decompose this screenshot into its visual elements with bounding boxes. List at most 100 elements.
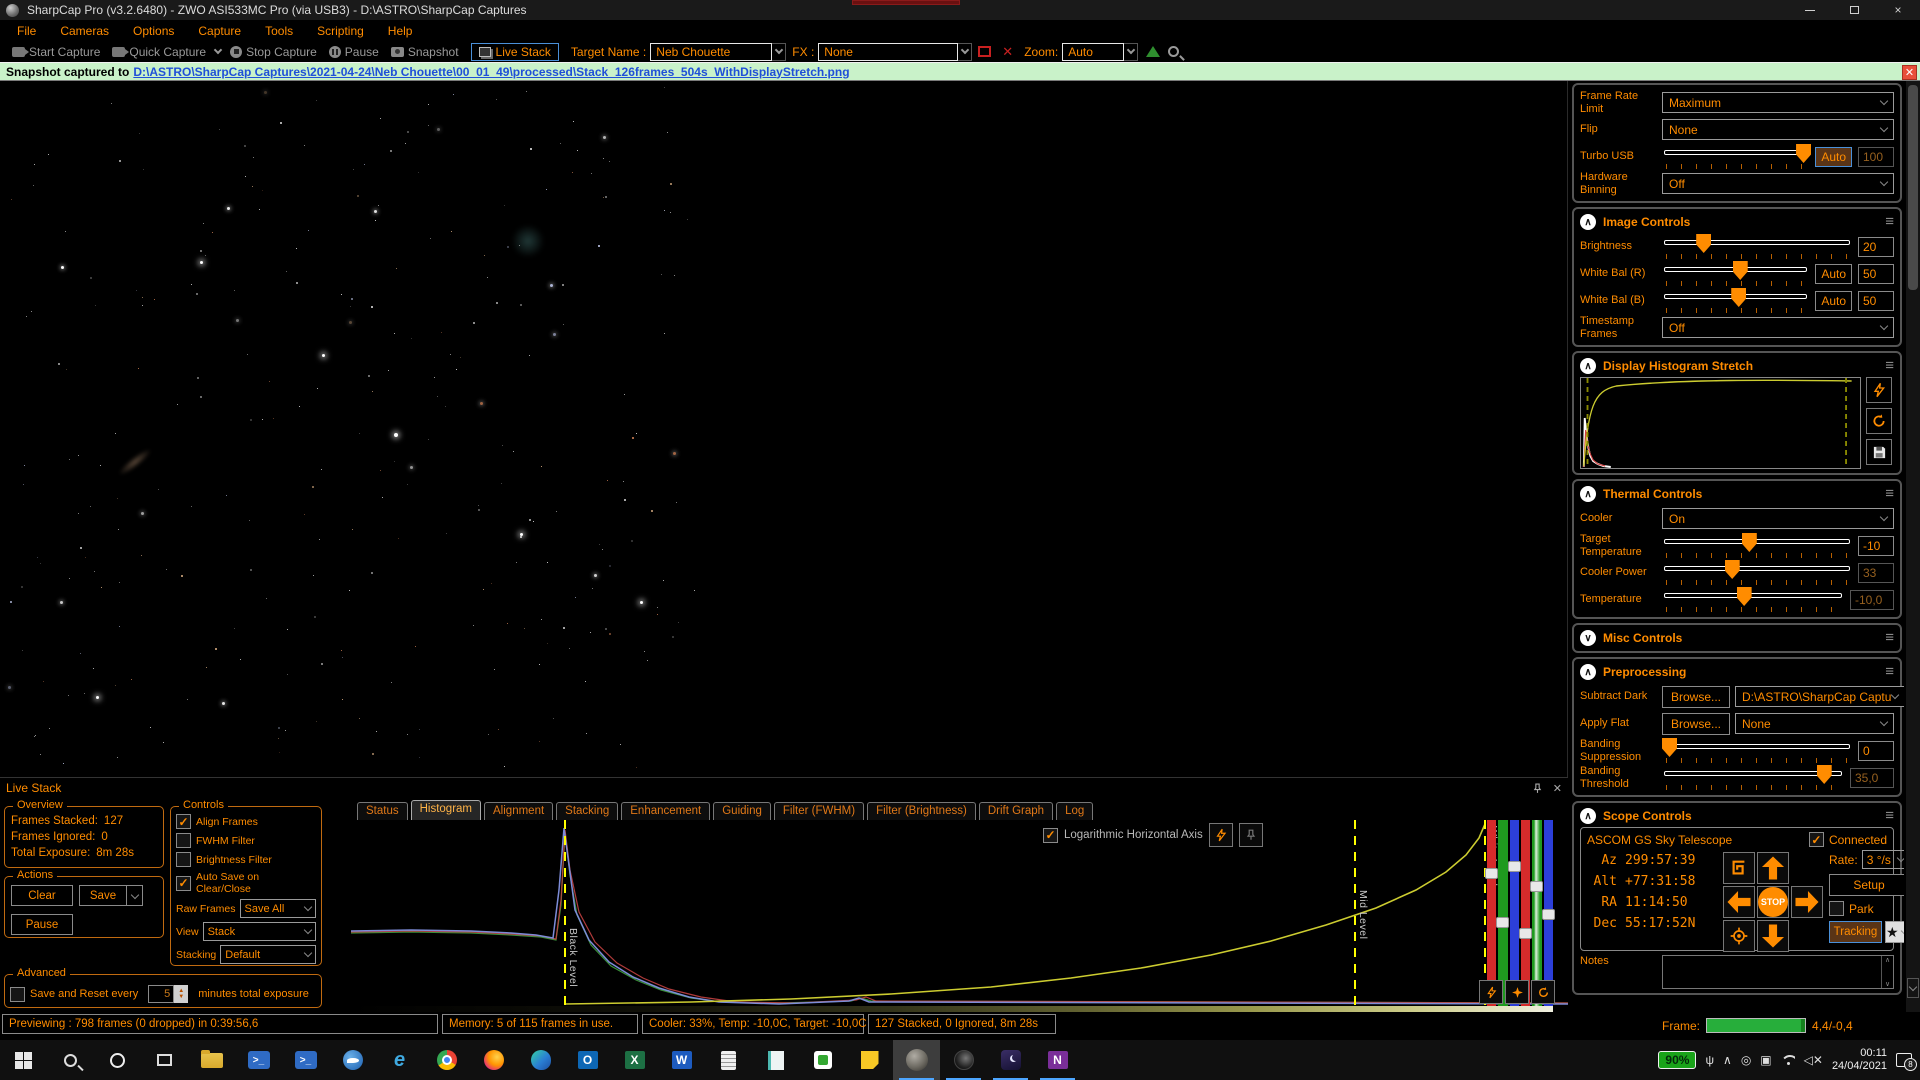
file-explorer-icon[interactable]: [188, 1040, 235, 1080]
cortana-icon[interactable]: [94, 1040, 141, 1080]
collapse-icon[interactable]: ∧: [1580, 664, 1596, 680]
collapse-icon[interactable]: ∧: [1580, 358, 1596, 374]
pause-button[interactable]: Pause: [323, 44, 385, 60]
goto-target-button[interactable]: [1723, 920, 1755, 952]
menu-tools[interactable]: Tools: [254, 22, 304, 40]
histogram-auto-stretch-button[interactable]: [1209, 823, 1233, 847]
blue-level-handle[interactable]: [1508, 861, 1521, 872]
display-stretch-histogram[interactable]: [1580, 377, 1861, 469]
tab-filter-brightness[interactable]: Filter (Brightness): [867, 802, 976, 820]
pin-icon[interactable]: [1532, 783, 1543, 794]
fwhm-filter-checkbox[interactable]: ✓: [176, 833, 191, 848]
camera-tray-icon[interactable]: ◎: [1741, 1053, 1751, 1067]
image-canvas[interactable]: [0, 81, 1568, 777]
spiral-search-button[interactable]: [1723, 852, 1755, 884]
cooler-select[interactable]: On: [1662, 508, 1894, 529]
target-name-select[interactable]: Neb Chouette: [650, 43, 772, 61]
levels-reset-button[interactable]: [1531, 980, 1555, 1004]
target-name-dropdown-arrow[interactable]: [772, 43, 786, 61]
apply-flat-select[interactable]: None: [1735, 713, 1894, 734]
section-menu-icon[interactable]: ≡: [1885, 811, 1894, 821]
scrollbar-thumb[interactable]: [1908, 85, 1918, 290]
rate-select[interactable]: 3 °/s: [1862, 850, 1904, 869]
turbo-usb-auto-button[interactable]: Auto: [1815, 147, 1852, 167]
action-center-icon[interactable]: 8: [1896, 1053, 1912, 1067]
clock[interactable]: 00:11 24/04/2021: [1832, 1047, 1887, 1073]
stop-capture-button[interactable]: Stop Capture: [224, 44, 323, 60]
menu-file[interactable]: File: [6, 22, 47, 40]
tab-guiding[interactable]: Guiding: [713, 802, 771, 820]
internet-explorer-icon[interactable]: e: [376, 1040, 423, 1080]
reset-stretch-button[interactable]: [1866, 408, 1892, 434]
menu-capture[interactable]: Capture: [187, 22, 252, 40]
target-temperature-slider[interactable]: [1662, 532, 1852, 559]
save-button[interactable]: Save: [79, 885, 127, 906]
turbo-usb-slider[interactable]: [1662, 143, 1809, 170]
collapse-icon[interactable]: ∧: [1580, 486, 1596, 502]
section-menu-icon[interactable]: ≡: [1885, 667, 1894, 677]
green-level-bar[interactable]: [1498, 820, 1507, 1006]
save-stretch-button[interactable]: [1866, 439, 1892, 465]
tray-expand-icon[interactable]: ∧: [1723, 1053, 1732, 1067]
histogram-plot[interactable]: Black Level Mid Level White Level ✓ Loga…: [351, 820, 1568, 1013]
blue-level-bar[interactable]: [1510, 820, 1519, 1006]
red-level-handle[interactable]: [1485, 868, 1498, 879]
white-bal-b-slider[interactable]: [1662, 287, 1809, 314]
subtract-dark-browse-button[interactable]: Browse...: [1662, 686, 1730, 708]
black-level-line-label[interactable]: Black Level: [567, 928, 579, 987]
power-tray-icon[interactable]: ▣: [1760, 1053, 1771, 1067]
raw-frames-select[interactable]: Save All: [240, 899, 316, 918]
target-temperature-value[interactable]: -10: [1858, 536, 1894, 556]
brightness-filter-checkbox[interactable]: ✓: [176, 852, 191, 867]
tab-enhancement[interactable]: Enhancement: [621, 802, 710, 820]
menu-help[interactable]: Help: [377, 22, 424, 40]
zoom-dropdown-arrow[interactable]: [1124, 43, 1138, 61]
notes-input[interactable]: ∧∨: [1662, 955, 1894, 989]
section-menu-icon[interactable]: ≡: [1885, 633, 1894, 643]
white-bal-r-auto-button[interactable]: Auto: [1815, 264, 1852, 284]
search-icon[interactable]: [47, 1040, 94, 1080]
word-icon[interactable]: W: [658, 1040, 705, 1080]
setup-button[interactable]: Setup: [1829, 874, 1904, 896]
favorite-rate-button[interactable]: ★: [1885, 921, 1904, 943]
banding-suppression-slider[interactable]: [1662, 737, 1852, 764]
brightness-slider[interactable]: [1662, 233, 1852, 260]
levels-auto-stretch-button[interactable]: [1479, 980, 1503, 1004]
red-level-handle-2[interactable]: [1519, 928, 1532, 939]
tab-drift-graph[interactable]: Drift Graph: [979, 802, 1053, 820]
white-bal-b-value[interactable]: 50: [1858, 291, 1894, 311]
levels-star-button[interactable]: [1505, 980, 1529, 1004]
night-sky-app-icon[interactable]: [987, 1040, 1034, 1080]
tab-histogram[interactable]: Histogram: [411, 800, 481, 820]
chrome-icon[interactable]: [423, 1040, 470, 1080]
close-button[interactable]: ×: [1876, 0, 1920, 20]
red-level-bar[interactable]: [1487, 820, 1496, 1006]
quick-capture-dropdown-arrow[interactable]: [212, 45, 224, 59]
section-menu-icon[interactable]: ≡: [1885, 489, 1894, 499]
park-checkbox[interactable]: ✓: [1829, 901, 1844, 916]
pause-stack-button[interactable]: Pause: [11, 914, 73, 935]
flip-select[interactable]: None: [1662, 119, 1894, 140]
edge-icon[interactable]: [517, 1040, 564, 1080]
tab-alignment[interactable]: Alignment: [484, 802, 553, 820]
timestamp-frames-select[interactable]: Off: [1662, 317, 1894, 338]
white-bal-r-slider[interactable]: [1662, 260, 1809, 287]
zoom-select[interactable]: Auto: [1062, 43, 1124, 61]
white-bal-b-auto-button[interactable]: Auto: [1815, 291, 1852, 311]
reticle-icon[interactable]: ✕: [1002, 44, 1013, 60]
stop-slew-button[interactable]: STOP: [1757, 886, 1789, 918]
live-stack-toggle[interactable]: Live Stack: [471, 43, 559, 61]
thunderbird-icon[interactable]: [329, 1040, 376, 1080]
clear-button[interactable]: Clear: [11, 885, 73, 906]
powershell-2-icon[interactable]: >_: [282, 1040, 329, 1080]
menu-options[interactable]: Options: [122, 22, 185, 40]
menu-cameras[interactable]: Cameras: [49, 22, 120, 40]
hardware-binning-select[interactable]: Off: [1662, 173, 1894, 194]
auto-save-checkbox[interactable]: ✓: [176, 876, 191, 891]
blue-level-bar-2[interactable]: [1544, 820, 1553, 1006]
tab-status[interactable]: Status: [357, 802, 408, 820]
sticky-notes-icon[interactable]: [846, 1040, 893, 1080]
sharpcap-taskbar-icon[interactable]: [893, 1040, 940, 1080]
green-level-bar-2[interactable]: [1532, 820, 1541, 1006]
usb-plug-icon[interactable]: ψ: [1705, 1053, 1714, 1067]
